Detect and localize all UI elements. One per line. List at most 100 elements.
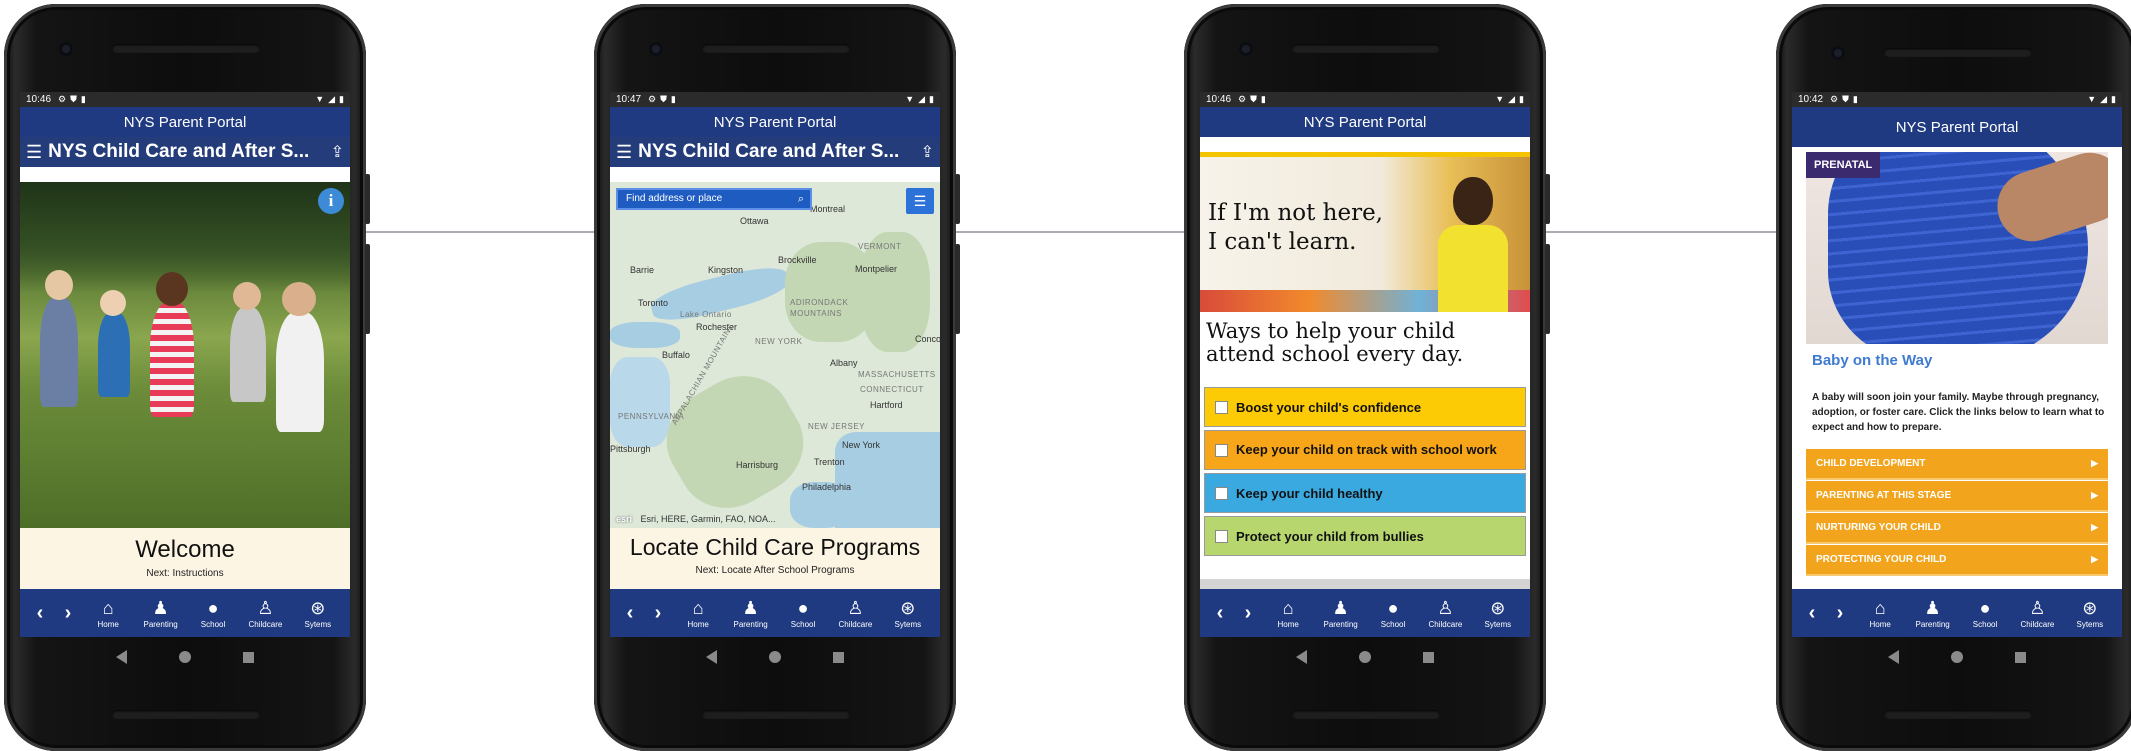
chevron-left-icon[interactable]: ‹ (1206, 602, 1234, 625)
info-button[interactable]: i (318, 188, 344, 214)
status-bar: 10:46 ⚙ ⛊ ▮ ▼ ◢ ▮ (20, 92, 350, 107)
chevron-left-icon[interactable]: ‹ (1798, 602, 1826, 625)
home-icon: ⌂ (1874, 597, 1886, 618)
checkbox[interactable] (1215, 529, 1228, 543)
checkbox[interactable] (1215, 443, 1228, 457)
wifi-icon: ▼ (905, 94, 915, 104)
map-label: New York (842, 440, 881, 450)
status-time: 10:46 (1206, 94, 1232, 105)
search-icon[interactable]: ⌕ (798, 190, 804, 208)
home-circle-icon[interactable] (1951, 651, 1963, 663)
nav-parenting[interactable]: ♟ Parenting (1906, 598, 1958, 629)
parenting-icon: ♟ (1924, 597, 1941, 618)
chevron-right-icon[interactable]: › (54, 602, 82, 625)
recents-square-icon[interactable] (2015, 651, 2026, 663)
connector-line (1545, 231, 1785, 233)
caption-next[interactable]: Next: Instructions (20, 568, 350, 579)
share-icon[interactable]: ⇪ (331, 142, 344, 162)
bottom-nav: ‹ › ⌂ Home ♟ Parenting ● School ♙ Childcare … (20, 589, 350, 637)
home-icon: ⌂ (692, 597, 704, 618)
bottom-speaker (702, 710, 850, 719)
home-icon: ⌂ (1282, 597, 1294, 618)
nav-home[interactable]: ⌂ Home (1854, 598, 1906, 629)
screen-attendance: 10:46 ⚙ ⛊ ▮ ▼ ◢ ▮ NYS Parent Portal If I… (1200, 92, 1530, 637)
checkbox[interactable] (1215, 486, 1228, 500)
chevron-right-icon[interactable]: › (1234, 602, 1262, 625)
signal-icon: ◢ (918, 94, 926, 104)
map-label: Philadelphia (802, 482, 852, 492)
search-input[interactable]: Find address or place ⌕ (616, 188, 812, 210)
map-label: Pittsburgh (610, 444, 651, 454)
home-icon: ⌂ (102, 597, 114, 618)
nav-systems[interactable]: ⊛ Sytems (2064, 598, 2116, 629)
shield-icon: ⛊ (660, 94, 667, 104)
chevron-left-icon[interactable]: ‹ (616, 602, 644, 625)
nav-school[interactable]: ● School (1959, 598, 2011, 629)
checkbox[interactable] (1215, 400, 1228, 414)
prenatal-badge: PRENATAL (1806, 152, 1881, 178)
nav-home[interactable]: ⌂ Home (672, 598, 724, 629)
play-arrow-icon: ▶ (2091, 458, 2098, 468)
apple-icon: ● (207, 597, 219, 618)
nav-parenting[interactable]: ♟ Parenting (724, 598, 776, 629)
list-icon[interactable]: ☰ (616, 142, 632, 163)
back-triangle-icon[interactable] (116, 650, 127, 664)
back-triangle-icon[interactable] (1296, 650, 1307, 664)
back-triangle-icon[interactable] (706, 650, 717, 664)
settings-icon: ⚙ (58, 94, 67, 104)
home-circle-icon[interactable] (1359, 651, 1371, 663)
map-view[interactable]: Montreal Ottawa Brockville Montpelier Ki… (610, 182, 940, 528)
connector-line (362, 231, 602, 233)
prenatal-photo: PRENATAL (1806, 152, 2108, 344)
caption-next[interactable]: Next: Locate After School Programs (610, 565, 940, 576)
accordion-item[interactable]: PARENTING AT THIS STAGE ▶ (1806, 481, 2108, 512)
nav-systems[interactable]: ⊛ Sytems (292, 598, 344, 629)
map-list-button[interactable]: ☰ (906, 188, 934, 214)
list-icon[interactable]: ☰ (26, 142, 42, 163)
map-label: Kingston (708, 265, 744, 275)
map-label: NEW JERSEY (808, 422, 866, 431)
nav-school[interactable]: ● School (187, 598, 239, 629)
system-nav (1792, 637, 2122, 677)
nav-school[interactable]: ● School (777, 598, 829, 629)
home-circle-icon[interactable] (769, 651, 781, 663)
checklist-item[interactable]: Keep your child healthy (1204, 473, 1526, 513)
status-time: 10:46 (26, 94, 52, 105)
nav-parenting[interactable]: ♟ Parenting (1314, 598, 1366, 629)
status-bar: 10:47 ⚙ ⛊ ▮ ▼ ◢ ▮ (610, 92, 940, 107)
nav-childcare[interactable]: ♙ Childcare (829, 598, 881, 629)
back-triangle-icon[interactable] (1888, 650, 1899, 664)
recents-square-icon[interactable] (833, 651, 844, 663)
checklist-item[interactable]: Boost your child's confidence (1204, 387, 1526, 427)
recents-square-icon[interactable] (243, 651, 254, 663)
lifebuoy-icon: ⊛ (1490, 597, 1506, 618)
nav-systems[interactable]: ⊛ Sytems (882, 598, 934, 629)
phone-map: 10:47 ⚙ ⛊ ▮ ▼ ◢ ▮ NYS Parent Portal ☰ NY… (594, 4, 960, 751)
earpiece-speaker (702, 44, 850, 53)
nav-childcare[interactable]: ♙ Childcare (239, 598, 291, 629)
share-icon[interactable]: ⇪ (921, 142, 934, 162)
bottom-speaker (1292, 710, 1440, 719)
nav-childcare[interactable]: ♙ Childcare (1419, 598, 1471, 629)
nav-home[interactable]: ⌂ Home (82, 598, 134, 629)
accordion-item[interactable]: PROTECTING YOUR CHILD ▶ (1806, 545, 2108, 576)
chevron-left-icon[interactable]: ‹ (26, 602, 54, 625)
map-label: Harrisburg (736, 460, 779, 470)
chevron-right-icon[interactable]: › (1826, 602, 1854, 625)
recents-square-icon[interactable] (1423, 651, 1434, 663)
section-heading: Ways to help your child attend school ev… (1206, 319, 1464, 366)
chevron-right-icon[interactable]: › (644, 602, 672, 625)
nav-school[interactable]: ● School (1367, 598, 1419, 629)
home-circle-icon[interactable] (179, 651, 191, 663)
signal-icon: ◢ (328, 94, 336, 104)
accordion-item[interactable]: CHILD DEVELOPMENT ▶ (1806, 449, 2108, 480)
checklist-item[interactable]: Protect your child from bullies (1204, 516, 1526, 556)
accordion-item[interactable]: NURTURING YOUR CHILD ▶ (1806, 513, 2108, 544)
nav-systems[interactable]: ⊛ Sytems (1472, 598, 1524, 629)
checklist-item[interactable]: Keep your child on track with school wor… (1204, 430, 1526, 470)
nav-home[interactable]: ⌂ Home (1262, 598, 1314, 629)
nav-parenting[interactable]: ♟ Parenting (134, 598, 186, 629)
nav-childcare[interactable]: ♙ Childcare (2011, 598, 2063, 629)
app-title: NYS Parent Portal (610, 107, 940, 137)
parenting-icon: ♟ (1332, 597, 1349, 618)
